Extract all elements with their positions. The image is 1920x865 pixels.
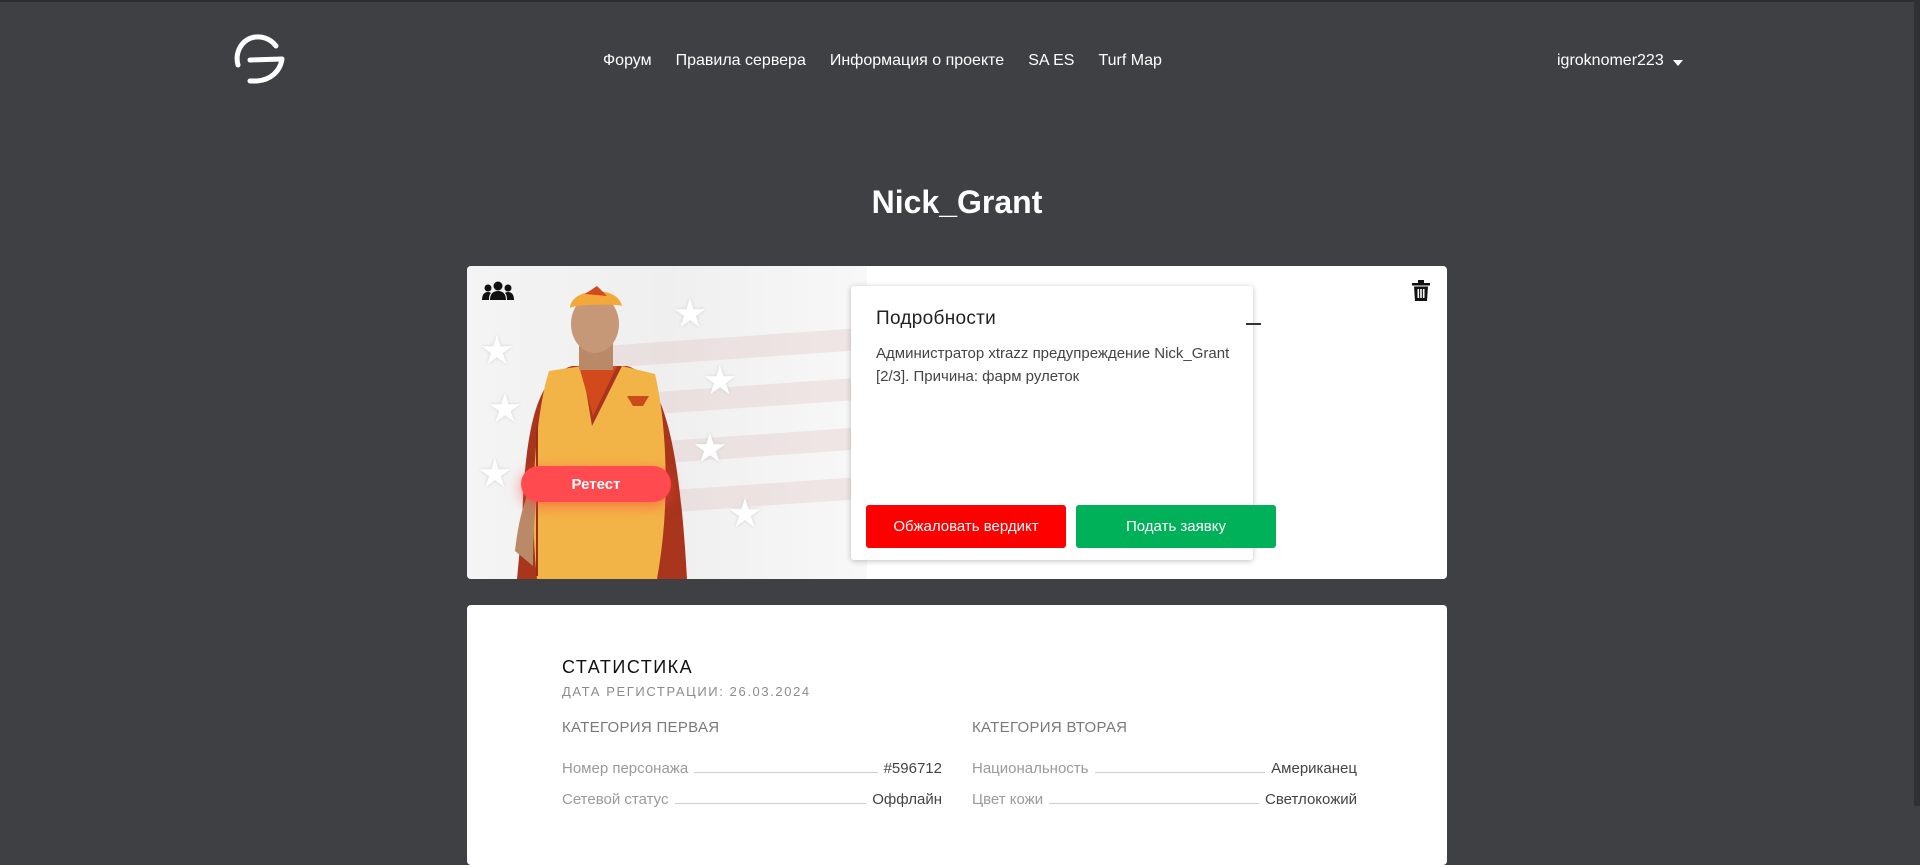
stat-value: #596712 — [883, 760, 942, 777]
profile-card: ★ ★ ★ ★ ★ ★ ★ ★ Ретест — [467, 266, 1447, 579]
user-menu[interactable]: igroknomer223 — [1557, 52, 1683, 70]
nav-item-project-info[interactable]: Информация о проекте — [830, 52, 1004, 70]
character-avatar — [515, 286, 687, 579]
logo-icon[interactable] — [230, 32, 286, 86]
stat-label: Номер персонажа — [562, 760, 689, 777]
main-nav: Форум Правила сервера Информация о проек… — [603, 52, 1162, 70]
registration-date: ДАТА РЕГИСТРАЦИИ: 26.03.2024 — [562, 684, 811, 699]
nav-item-forum[interactable]: Форум — [603, 52, 652, 70]
group-icon[interactable] — [482, 280, 514, 307]
stat-row: Номер персонажа #596712 — [562, 755, 942, 777]
submit-application-button[interactable]: Подать заявку — [1076, 505, 1276, 548]
nav-item-sa-es[interactable]: SA ES — [1028, 52, 1074, 70]
nav-item-rules[interactable]: Правила сервера — [676, 52, 806, 70]
stat-value: Американец — [1271, 760, 1357, 777]
stat-row: Цвет кожи Светлокожий — [972, 786, 1357, 808]
trash-icon[interactable] — [1412, 280, 1430, 306]
category-first-title: КАТЕГОРИЯ ПЕРВАЯ — [562, 719, 720, 736]
appeal-verdict-button[interactable]: Обжаловать вердикт — [866, 505, 1066, 548]
chevron-down-icon — [1672, 60, 1683, 66]
category-second-title: КАТЕГОРИЯ ВТОРАЯ — [972, 719, 1128, 736]
stat-label: Сетевой статус — [562, 791, 669, 808]
stat-row: Сетевой статус Оффлайн — [562, 786, 942, 808]
username: igroknomer223 — [1557, 52, 1664, 69]
details-title: Подробности — [876, 308, 997, 329]
character-banner: ★ ★ ★ ★ ★ ★ ★ ★ Ретест — [467, 266, 867, 579]
stat-value: Светлокожий — [1265, 791, 1357, 808]
scrollbar[interactable] — [1914, 0, 1920, 806]
stat-label: Цвет кожи — [972, 791, 1044, 808]
stats-title: СТАТИСТИКА — [562, 657, 694, 677]
stat-row: Национальность Американец — [972, 755, 1357, 777]
nav-item-turf-map[interactable]: Turf Map — [1098, 52, 1161, 70]
stat-label: Национальность — [972, 760, 1089, 777]
page-title: Nick_Grant — [871, 184, 1043, 220]
retest-button[interactable]: Ретест — [521, 466, 671, 502]
stat-value: Оффлайн — [872, 791, 942, 808]
top-border — [0, 0, 1920, 2]
details-text: Администратор xtrazz предупреждение Nick… — [876, 345, 1230, 385]
minus-icon[interactable] — [1246, 323, 1261, 325]
details-panel: Подробности Администратор xtrazz предупр… — [851, 286, 1276, 560]
stats-card: СТАТИСТИКА ДАТА РЕГИСТРАЦИИ: 26.03.2024 … — [467, 605, 1447, 865]
